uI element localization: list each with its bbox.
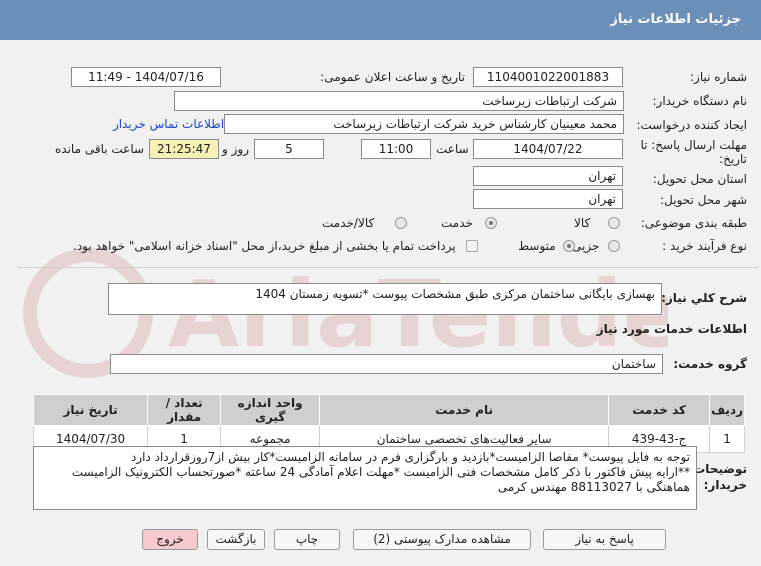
description-field: بهسازی بایگانی ساختمان مرکزی طبق مشخصات … xyxy=(108,283,662,315)
cell-row: 1 xyxy=(709,425,745,453)
col-unit: واحد اندازه گیری xyxy=(220,394,321,426)
col-need-date: تاریخ نیاز xyxy=(32,394,149,426)
buyer-notes-label: توضیحات xyxy=(693,462,747,476)
reply-button[interactable]: پاسخ به نیاز xyxy=(543,529,666,550)
remaining-label: ساعت باقی مانده xyxy=(55,142,145,156)
services-info-heading: اطلاعات خدمات مورد نیاز xyxy=(596,322,747,336)
hour-label: ساعت xyxy=(436,142,469,156)
buyer-notes-label-2: خریدار: xyxy=(703,478,747,492)
section-divider xyxy=(18,267,758,268)
subject-class-label: طبقه بندی موضوعی: xyxy=(640,216,747,230)
col-service-code: کد خدمت xyxy=(608,394,711,426)
city-field: تهران xyxy=(473,189,623,209)
radio-goods-service-label: کالا/خدمت xyxy=(322,216,375,230)
deadline-date-field: 1404/07/22 xyxy=(473,139,623,159)
buyer-contact-link[interactable]: اطلاعات تماس خریدار xyxy=(113,117,224,131)
deadline-time-field: 11:00 xyxy=(361,139,431,159)
buyer-org-label: نام دستگاه خریدار: xyxy=(652,94,748,108)
note-line: توجه به فایل پیوست* مفاصا الزامیست*بازدی… xyxy=(131,450,690,464)
need-number-label: شماره نیاز: xyxy=(690,70,747,84)
days-field: 5 xyxy=(254,139,324,159)
print-button[interactable]: چاپ xyxy=(274,529,340,550)
day-and-label: روز و xyxy=(222,142,249,156)
purchase-type-label: نوع فرآیند خرید : xyxy=(662,239,747,253)
need-number-field: 1104001022001883 xyxy=(473,67,623,87)
radio-minor-label: جزیی xyxy=(572,239,600,253)
deadline-label: مهلت ارسال پاسخ: تا xyxy=(640,138,747,152)
radio-goods-label: کالا xyxy=(574,216,591,230)
page-title: جزئیات اطلاعات نیاز xyxy=(610,12,741,27)
view-documents-button[interactable]: مشاهده مدارک پیوستی (2) xyxy=(353,529,531,550)
radio-service[interactable] xyxy=(485,217,497,229)
radio-medium[interactable] xyxy=(563,240,575,252)
service-group-label: گروه خدمت: xyxy=(673,357,747,371)
page-header: جزئیات اطلاعات نیاز xyxy=(0,0,761,40)
table-header-row: ردیف کد خدمت نام خدمت واحد اندازه گیری ت… xyxy=(32,394,745,426)
announce-datetime-label: تاریخ و ساعت اعلان عمومی: xyxy=(320,70,465,84)
remaining-time-field: 21:25:47 xyxy=(149,139,219,159)
note-line: **ارایه پیش فاکتور با ذکر کامل مشخصات فن… xyxy=(71,465,690,479)
radio-service-label: خدمت xyxy=(441,216,473,230)
note-line: هماهنگی با 88113027 مهندس کرمی xyxy=(497,480,690,494)
province-field: تهران xyxy=(473,166,623,186)
radio-minor[interactable] xyxy=(608,240,620,252)
announce-datetime-field: 1404/07/16 - 11:49 xyxy=(71,67,221,87)
province-label: استان محل تحویل: xyxy=(652,172,747,186)
city-label: شهر محل تحویل: xyxy=(660,193,747,207)
requester-label: ایجاد کننده درخواست: xyxy=(636,118,747,132)
treasury-checkbox[interactable] xyxy=(466,240,478,252)
description-label: شرح کلي نياز: xyxy=(661,291,747,305)
back-button[interactable]: بازگشت xyxy=(207,529,265,550)
col-service-name: نام خدمت xyxy=(319,394,610,426)
buyer-notes-field: توجه به فایل پیوست* مفاصا الزامیست*بازدی… xyxy=(33,446,697,510)
payment-note: پرداخت تمام یا بخشی از مبلغ خرید،از محل … xyxy=(73,239,456,253)
radio-medium-label: متوسط xyxy=(518,239,556,253)
buyer-org-field: شرکت ارتباطات زیرساخت xyxy=(174,91,624,111)
services-table: ردیف کد خدمت نام خدمت واحد اندازه گیری ت… xyxy=(32,394,745,453)
radio-goods-service[interactable] xyxy=(395,217,407,229)
exit-button[interactable]: خروج xyxy=(142,529,198,550)
requester-field: محمد معینیان کارشناس خرید شرکت ارتباطات … xyxy=(224,114,624,134)
radio-goods[interactable] xyxy=(608,217,620,229)
deadline-label-date: تاریخ: xyxy=(719,152,747,166)
col-row: ردیف xyxy=(709,394,745,426)
col-quantity: تعداد / مقدار xyxy=(147,394,222,426)
service-group-field: ساختمان xyxy=(110,354,663,374)
